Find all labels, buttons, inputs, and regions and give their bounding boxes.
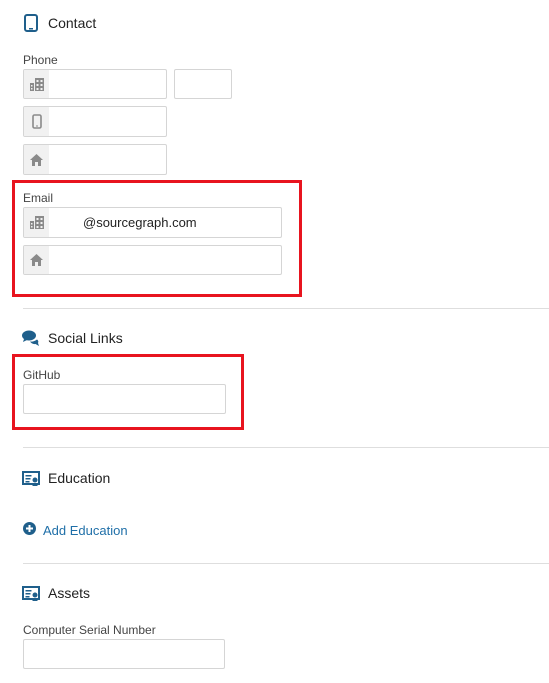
plus-circle-icon <box>23 522 36 538</box>
github-label: GitHub <box>23 368 61 382</box>
contact-section-title: Contact <box>22 14 96 32</box>
section-divider <box>23 563 549 564</box>
phone-home-input[interactable] <box>23 144 167 175</box>
phone-home-value <box>49 145 83 174</box>
phone-work-input[interactable] <box>23 69 167 99</box>
email-label: Email <box>23 191 54 205</box>
assets-section-title: Assets <box>22 584 90 602</box>
phone-extension-input[interactable] <box>174 69 232 99</box>
id-card-icon <box>22 469 40 487</box>
phone-mobile-value <box>49 107 83 136</box>
add-education-link[interactable]: Add Education <box>23 522 128 538</box>
serial-number-input[interactable] <box>23 639 225 669</box>
comments-icon <box>22 329 40 347</box>
phone-extension-value <box>175 70 181 98</box>
phone-work-value <box>49 70 83 98</box>
contact-title: Contact <box>48 15 97 31</box>
section-divider <box>23 447 549 448</box>
building-icon <box>24 70 49 98</box>
email-highlight-box <box>12 180 302 297</box>
serial-number-label: Computer Serial Number <box>23 623 156 637</box>
education-title: Education <box>48 470 111 486</box>
email-work-input[interactable]: @sourcegraph.com <box>23 207 282 238</box>
section-divider <box>23 308 549 309</box>
building-icon <box>24 208 49 237</box>
serial-number-value <box>24 640 32 668</box>
mobile-phone-icon <box>24 107 49 136</box>
email-home-input[interactable] <box>23 245 282 275</box>
education-section-title: Education <box>22 469 110 487</box>
social-links-section-title: Social Links <box>22 329 123 347</box>
github-value <box>24 385 32 413</box>
tablet-icon <box>22 14 40 32</box>
id-card-icon <box>22 584 40 602</box>
home-icon <box>24 145 49 174</box>
email-work-value: @sourcegraph.com <box>83 215 197 230</box>
home-icon <box>24 246 49 274</box>
phone-label: Phone <box>23 53 58 67</box>
phone-mobile-input[interactable] <box>23 106 167 137</box>
assets-title: Assets <box>48 585 91 601</box>
social-links-title: Social Links <box>48 330 123 346</box>
email-home-value <box>49 246 83 274</box>
github-input[interactable] <box>23 384 226 414</box>
add-education-label: Add Education <box>43 522 128 538</box>
